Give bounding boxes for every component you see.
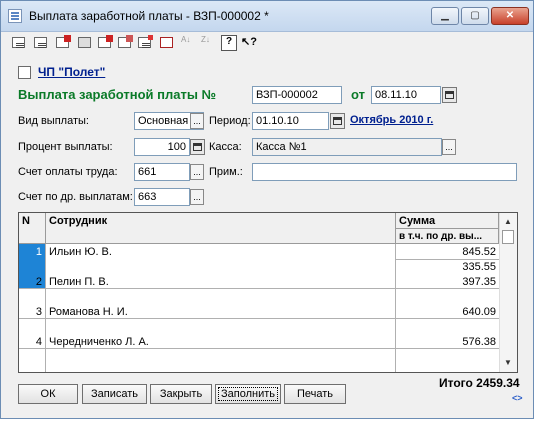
period-month-link[interactable]: Октябрь 2010 г.	[350, 114, 433, 126]
row-employee[interactable]: Чередниченко Л. А.	[46, 335, 395, 349]
labor-account-field[interactable]: 661	[134, 163, 190, 181]
column-header-n[interactable]: N	[19, 213, 46, 244]
post-icon[interactable]	[137, 35, 153, 51]
calculator-icon[interactable]	[190, 139, 205, 155]
table-scrollbar[interactable]: ▲ ▼	[499, 213, 517, 372]
print-button[interactable]: Печать	[284, 384, 346, 404]
row-number[interactable]: 3	[19, 305, 45, 319]
document-window: Выплата заработной платы - ВЗП-000002 * …	[0, 0, 534, 419]
company-link[interactable]: ЧП "Полет"	[38, 65, 105, 79]
cash-field[interactable]: Касса №1	[252, 138, 442, 156]
company-checkbox[interactable]	[18, 66, 31, 79]
unmark-icon[interactable]	[117, 35, 133, 51]
labor-account-select-button[interactable]: ...	[190, 164, 204, 180]
nav-arrows-icon[interactable]: <>	[512, 393, 523, 403]
sort-asc-icon[interactable]: A↓	[181, 35, 197, 51]
ok-button[interactable]: ОК	[18, 384, 78, 404]
cash-label: Касса:	[209, 141, 242, 153]
context-help-icon[interactable]: ↖?	[241, 35, 257, 51]
row-sum[interactable]: 397.35	[396, 275, 499, 289]
scroll-up-icon[interactable]: ▲	[500, 215, 516, 229]
minimize-button[interactable]: ▁	[431, 7, 459, 25]
row-number[interactable]: 4	[19, 335, 45, 349]
help-icon[interactable]: ?	[221, 35, 237, 51]
column-header-sum[interactable]: Сумма	[396, 213, 499, 229]
close-button[interactable]: Закрыть	[150, 384, 212, 404]
employees-table[interactable]: N Сотрудник Сумма в т.ч. по др. вы... 1 …	[18, 212, 518, 373]
row-sum[interactable]: 640.09	[396, 305, 499, 319]
fill-button[interactable]: Заполнить	[215, 384, 281, 404]
row-sum-other[interactable]: 335.55	[396, 260, 499, 274]
cash-select-button[interactable]: ...	[442, 139, 456, 155]
delete-icon[interactable]	[55, 35, 71, 51]
row-employee[interactable]: Пелин П. В.	[46, 275, 395, 289]
period-field[interactable]: 01.10.10	[252, 112, 329, 130]
hierarchy-icon[interactable]	[159, 35, 175, 51]
period-calendar-icon[interactable]	[330, 113, 345, 129]
window-title: Выплата заработной платы - ВЗП-000002 *	[29, 9, 269, 23]
mark-delete-icon[interactable]	[97, 35, 113, 51]
payment-type-select-button[interactable]: ...	[190, 113, 204, 129]
copy-icon[interactable]	[33, 35, 49, 51]
total-amount: Итого 2459.34	[439, 376, 520, 390]
scroll-thumb[interactable]	[502, 230, 514, 244]
labor-account-label: Счет оплаты труда:	[18, 166, 118, 178]
doc-number-field[interactable]: ВЗП-000002	[252, 86, 342, 104]
scroll-down-icon[interactable]: ▼	[500, 356, 516, 370]
row-employee[interactable]: Романова Н. И.	[46, 305, 395, 319]
percent-label: Процент выплаты:	[18, 141, 113, 153]
row-number[interactable]: 1	[19, 245, 45, 259]
date-label: от	[351, 87, 365, 102]
view-icon[interactable]	[77, 35, 93, 51]
other-account-select-button[interactable]: ...	[190, 189, 204, 205]
row-number[interactable]: 2	[19, 275, 45, 289]
note-label: Прим.:	[209, 166, 243, 178]
new-icon[interactable]	[11, 35, 27, 51]
other-account-field[interactable]: 663	[134, 188, 190, 206]
document-icon	[8, 9, 22, 23]
maximize-button[interactable]: ▢	[461, 7, 489, 25]
row-employee[interactable]: Ильин Ю. В.	[46, 245, 395, 259]
title-bar[interactable]: Выплата заработной платы - ВЗП-000002 * …	[1, 1, 533, 32]
percent-field[interactable]: 100	[134, 138, 190, 156]
row-sum[interactable]: 576.38	[396, 335, 499, 349]
column-header-sum-other[interactable]: в т.ч. по др. вы...	[396, 229, 499, 244]
column-header-employee[interactable]: Сотрудник	[46, 213, 396, 244]
row-sum[interactable]: 845.52	[396, 245, 499, 259]
payment-type-label: Вид выплаты:	[18, 115, 89, 127]
calendar-icon[interactable]	[442, 87, 457, 103]
period-label: Период:	[209, 115, 251, 127]
note-field[interactable]	[252, 163, 517, 181]
sort-desc-icon[interactable]: Z↓	[201, 35, 217, 51]
other-account-label: Счет по др. выплатам:	[18, 191, 133, 203]
close-window-button[interactable]: ✕	[491, 7, 529, 25]
save-button[interactable]: Записать	[82, 384, 147, 404]
doc-date-field[interactable]: 08.11.10	[371, 86, 441, 104]
document-heading: Выплата заработной платы №	[18, 87, 217, 102]
